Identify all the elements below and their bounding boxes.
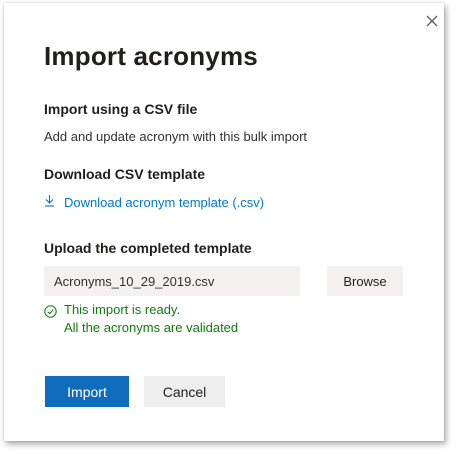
download-template-link-label: Download acronym template (.csv): [64, 194, 265, 210]
csv-section-heading: Import using a CSV file: [44, 101, 198, 117]
download-template-link[interactable]: Download acronym template (.csv): [44, 194, 264, 210]
csv-section-description: Add and update acronym with this bulk im…: [44, 129, 308, 144]
upload-section-heading: Upload the completed template: [44, 240, 252, 256]
check-circle-icon: [44, 305, 57, 323]
close-icon[interactable]: [424, 13, 440, 29]
import-acronyms-dialog: Import acronyms Import using a CSV file …: [4, 3, 444, 441]
browse-button[interactable]: Browse: [327, 266, 403, 296]
uploaded-file-field[interactable]: [44, 266, 300, 296]
import-status: This import is ready. All the acronyms a…: [44, 301, 238, 337]
import-button[interactable]: Import: [45, 376, 129, 407]
dialog-title: Import acronyms: [44, 41, 258, 71]
download-icon: [44, 194, 64, 210]
status-ready-text: This import is ready.: [64, 302, 181, 317]
template-section-heading: Download CSV template: [44, 166, 206, 182]
cancel-button[interactable]: Cancel: [144, 376, 225, 407]
status-validated-text: All the acronyms are validated: [64, 320, 239, 335]
